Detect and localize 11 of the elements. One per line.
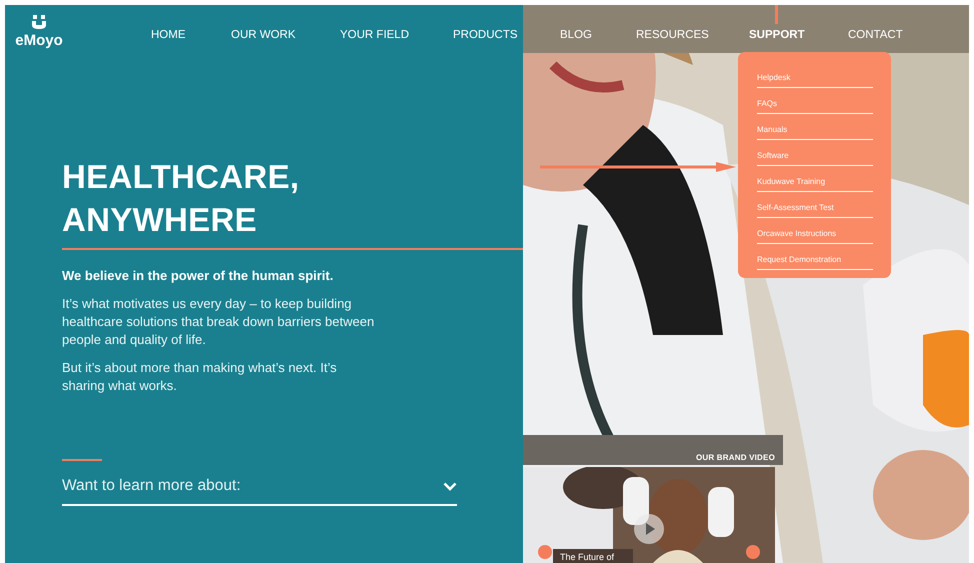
smiley-logo-icon xyxy=(31,15,47,30)
nav-link[interactable]: OUR WORK xyxy=(231,5,340,41)
hero-heading: HEALTHCARE, ANYWHERE xyxy=(62,157,300,240)
lead-text: We believe in the power of the human spirit. xyxy=(62,268,334,283)
nav-link[interactable]: HOME xyxy=(151,5,231,41)
nav-link[interactable]: YOUR FIELD xyxy=(340,5,453,41)
body-paragraph: It’s what motivates us every day – to keep building healthcare solutions that break down barriers between people and quality of life. xyxy=(62,295,376,349)
learn-more-dropdown[interactable]: Want to learn more about: xyxy=(62,461,457,506)
body-paragraph: But it’s about more than making what’s next. It’s sharing what works. xyxy=(62,359,338,395)
chevron-down-icon xyxy=(443,482,457,490)
logo-text: eMoyo xyxy=(15,32,63,49)
